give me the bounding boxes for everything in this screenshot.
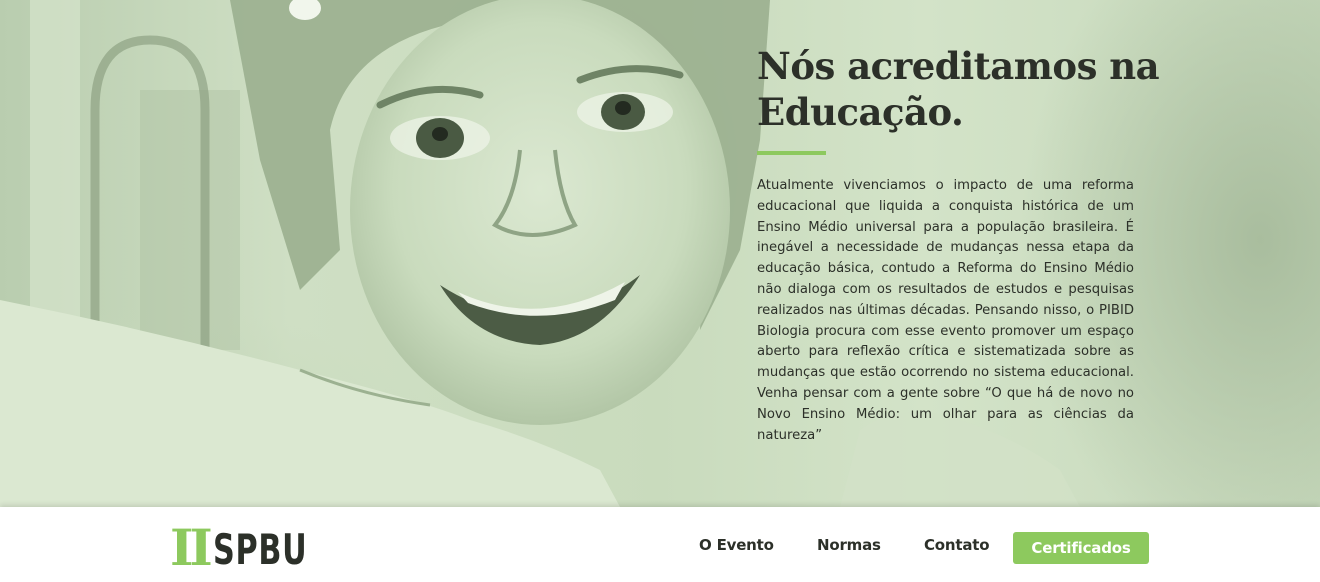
certificados-button[interactable]: Certificados [1013, 532, 1149, 564]
nav-link-normas[interactable]: Normas [817, 536, 881, 554]
main-nav: O Evento Normas Contato Certificados [0, 532, 1320, 564]
nav-link-contato[interactable]: Contato [924, 536, 990, 554]
hero-headline: Nós acreditamos na Educação. [757, 43, 1177, 135]
nav-link-o-evento[interactable]: O Evento [699, 536, 774, 554]
intro-paragraph: Atualmente vivenciamos o impacto de uma … [757, 178, 1134, 443]
hero-banner: Nós acreditamos na Educação. Atualmente … [0, 0, 1320, 507]
site-navbar: II SPBU O Evento Normas Contato Certific… [0, 507, 1320, 582]
headline-line-1: Nós acreditamos na [757, 44, 1160, 88]
accent-divider [757, 151, 826, 155]
headline-line-2: Educação. [757, 90, 964, 134]
